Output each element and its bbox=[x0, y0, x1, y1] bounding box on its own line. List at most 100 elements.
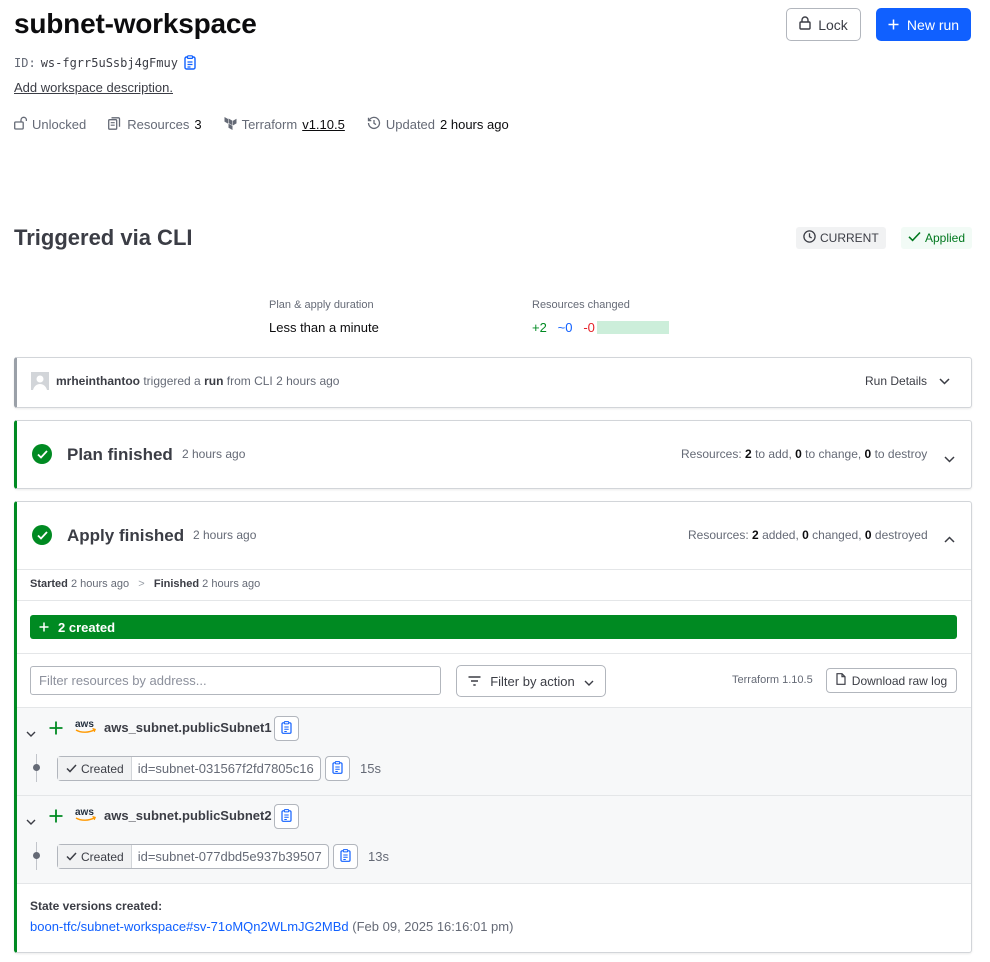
unlock-icon bbox=[14, 116, 28, 133]
resource-duration: 13s bbox=[368, 849, 389, 864]
add-description-link[interactable]: Add workspace description. bbox=[14, 80, 173, 95]
duration-value: Less than a minute bbox=[269, 320, 379, 335]
divider bbox=[17, 653, 971, 654]
changed-change-count: ~0 bbox=[557, 320, 573, 335]
workspace-id-label: ID: bbox=[14, 55, 36, 70]
resources-meta: Resources 3 bbox=[108, 116, 202, 133]
resource-row: aws aws_subnet.publicSubnet1 Created id=… bbox=[17, 707, 971, 796]
state-versions-label: State versions created: bbox=[30, 899, 163, 913]
apply-destroyed-text: destroyed bbox=[874, 528, 928, 542]
resources-count: 3 bbox=[194, 117, 202, 132]
chevron-down-icon[interactable] bbox=[26, 813, 36, 828]
finished-label: Finished bbox=[153, 578, 200, 590]
changed-destroy-count: -0 bbox=[583, 320, 595, 335]
lock-status-text: Unlocked bbox=[32, 117, 87, 132]
resource-status-tag: Created id=subnet-031567f2fd7805c16 bbox=[57, 756, 321, 781]
apply-added-count: 2 bbox=[752, 528, 759, 542]
plan-add-count: 2 bbox=[745, 447, 752, 461]
svg-text:aws: aws bbox=[75, 807, 94, 818]
new-run-button-label: New run bbox=[906, 16, 960, 33]
clipboard-copy-icon[interactable] bbox=[183, 55, 197, 70]
copy-id-button[interactable] bbox=[333, 844, 358, 869]
plan-change-text: to change, bbox=[805, 447, 862, 461]
applied-badge-text: Applied bbox=[925, 231, 966, 245]
plan-resources-label: Resources: bbox=[681, 447, 742, 461]
plan-destroy-count: 0 bbox=[864, 447, 872, 461]
lock-icon bbox=[799, 16, 811, 33]
aws-logo-icon: aws bbox=[75, 718, 97, 739]
plan-add-text: to add, bbox=[755, 447, 792, 461]
status-text: Created bbox=[81, 761, 124, 776]
clock-icon bbox=[803, 230, 816, 246]
filter-resources-input[interactable] bbox=[30, 666, 441, 695]
lock-button[interactable]: Lock bbox=[786, 8, 861, 41]
copy-address-button[interactable] bbox=[274, 716, 299, 741]
download-raw-log-label: Download raw log bbox=[851, 673, 948, 688]
trigger-text-part2: from CLI 2 hours ago bbox=[226, 374, 340, 388]
trigger-text: mrheinthantoo triggered a run from CLI 2… bbox=[56, 374, 339, 388]
plan-destroy-text: to destroy bbox=[874, 447, 928, 461]
created-status: Created bbox=[58, 845, 132, 868]
check-icon bbox=[908, 231, 921, 245]
resources-changed-values: +2 ~0 -0 bbox=[532, 320, 595, 335]
changed-add-count: +2 bbox=[532, 320, 547, 335]
check-icon bbox=[66, 852, 77, 861]
status-text: Created bbox=[81, 849, 124, 864]
avatar bbox=[31, 372, 49, 390]
plus-icon bbox=[39, 620, 49, 635]
divider bbox=[17, 883, 971, 884]
terraform-label: Terraform bbox=[241, 117, 298, 132]
run-details-toggle[interactable]: Run Details bbox=[865, 374, 950, 388]
started-label: Started bbox=[30, 578, 68, 590]
state-version-link[interactable]: boon-tfc/subnet-workspace#sv-71oMQn2WLmJ… bbox=[30, 919, 349, 934]
trigger-text-part1: triggered a bbox=[143, 374, 201, 388]
aws-logo-icon: aws bbox=[75, 806, 97, 827]
file-icon bbox=[836, 673, 846, 688]
chevron-down-icon[interactable] bbox=[944, 451, 955, 466]
state-version-entry: boon-tfc/subnet-workspace#sv-71oMQn2WLmJ… bbox=[30, 919, 513, 934]
copy-id-button[interactable] bbox=[325, 756, 350, 781]
filter-by-action-button[interactable]: Filter by action bbox=[456, 665, 606, 697]
chevron-up-icon[interactable] bbox=[944, 531, 955, 546]
success-check-icon bbox=[32, 525, 52, 545]
clipboard-copy-icon bbox=[281, 720, 292, 737]
chevron-down-icon[interactable] bbox=[26, 725, 36, 740]
chevron-down-icon bbox=[584, 674, 594, 689]
terraform-meta: Terraform v1.10.5 bbox=[224, 116, 345, 133]
divider bbox=[17, 600, 971, 601]
plan-title: Plan finished bbox=[67, 445, 173, 464]
terraform-version-link[interactable]: v1.10.5 bbox=[302, 117, 345, 132]
download-raw-log-button[interactable]: Download raw log bbox=[826, 668, 957, 693]
plan-card[interactable]: Plan finished 2 hours ago Resources: 2 t… bbox=[14, 420, 972, 489]
apply-resources-summary: Resources: 2 added, 0 changed, 0 destroy… bbox=[688, 528, 928, 542]
created-status: Created bbox=[58, 757, 132, 780]
resource-status-tag: Created id=subnet-077dbd5e937b39507 bbox=[57, 844, 329, 869]
updated-value: 2 hours ago bbox=[440, 117, 509, 132]
plus-icon bbox=[888, 17, 899, 33]
created-summary-bar[interactable]: 2 created bbox=[30, 615, 957, 639]
copy-address-button[interactable] bbox=[274, 804, 299, 829]
terraform-version-text: Terraform 1.10.5 bbox=[732, 674, 813, 686]
resources-changed-label: Resources changed bbox=[532, 299, 630, 311]
apply-timeline: Started 2 hours ago > Finished 2 hours a… bbox=[30, 578, 260, 590]
current-badge: CURRENT bbox=[796, 227, 886, 249]
run-details-label: Run Details bbox=[865, 374, 928, 388]
workspace-meta: Unlocked Resources 3 Terraform v1.10.5 U… bbox=[14, 116, 531, 133]
new-run-button[interactable]: New run bbox=[876, 8, 971, 41]
success-check-icon bbox=[32, 444, 52, 464]
workspace-id-value: ws-fgrr5uSsbj4gFmuy bbox=[40, 55, 178, 70]
resources-changed-bar bbox=[597, 321, 669, 334]
updated-meta: Updated 2 hours ago bbox=[367, 116, 509, 133]
clipboard-copy-icon bbox=[332, 760, 343, 777]
resource-id: id=subnet-031567f2fd7805c16 bbox=[137, 761, 314, 776]
applied-badge: Applied bbox=[901, 227, 973, 249]
filter-icon bbox=[468, 674, 481, 689]
terraform-icon bbox=[224, 116, 237, 133]
workspace-id-row: ID: ws-fgrr5uSsbj4gFmuy bbox=[14, 55, 197, 70]
svg-text:aws: aws bbox=[75, 719, 94, 730]
timeline-dot bbox=[33, 764, 40, 771]
apply-changed-text: changed, bbox=[812, 528, 862, 542]
apply-changed-count: 0 bbox=[802, 528, 809, 542]
filter-by-action-label: Filter by action bbox=[490, 673, 575, 689]
resource-duration: 15s bbox=[360, 761, 381, 776]
